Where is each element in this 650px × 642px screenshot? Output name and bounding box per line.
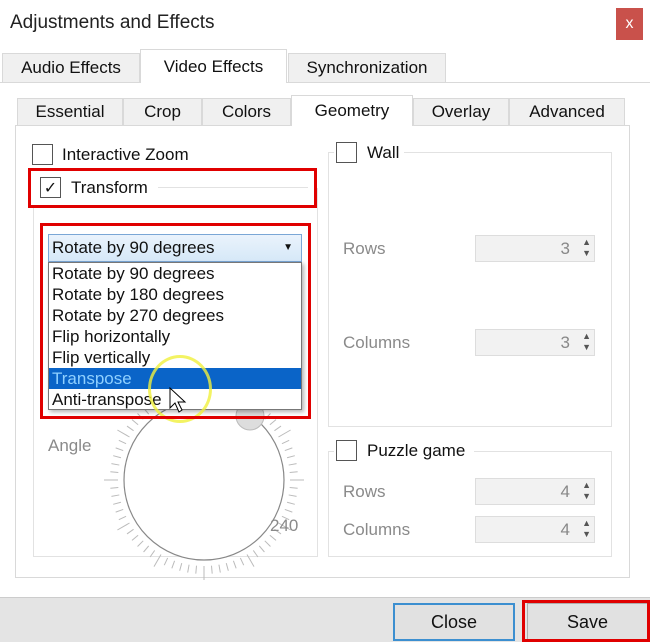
subtab-colors[interactable]: Colors [202,98,291,126]
dial-tick [126,425,134,432]
tab-synchronization[interactable]: Synchronization [288,53,446,83]
interactive-zoom-checkbox[interactable] [32,144,53,165]
dial-tick [131,534,139,541]
puzzle-rows-spinbox[interactable]: 4 ▲ ▼ [475,478,595,505]
spin-arrows-icon[interactable]: ▲ ▼ [582,237,591,259]
spin-arrows-icon[interactable]: ▲ ▼ [582,331,591,353]
puzzle-checkbox[interactable] [336,440,357,461]
dial-tick [131,419,139,426]
tab-audio-effects[interactable]: Audio Effects [2,53,140,83]
wall-label: Wall [367,143,400,162]
dial-tick [225,562,229,571]
dial-tick [288,494,297,497]
dial-tick [113,501,122,505]
puzzle-columns-spinbox[interactable]: 4 ▲ ▼ [475,516,595,543]
dial-tick [286,455,295,459]
dial-tick [281,439,290,445]
dial-tick [111,494,120,497]
dial-tick [110,486,119,489]
window-close-button[interactable]: x [616,8,643,40]
dial-tick [126,528,134,535]
tab-divider [0,82,650,83]
dial-tick [284,508,293,513]
spin-arrows-icon[interactable]: ▲ ▼ [582,518,591,540]
highlight-box-dropdown [40,223,311,419]
dial-tick [137,540,144,547]
dial-tick [149,550,156,558]
dial-tick [153,554,162,567]
dial-tick [274,425,282,432]
subtab-advanced[interactable]: Advanced [509,98,625,126]
dial-tick [278,429,291,438]
dial-tick [289,486,298,489]
wall-rows-spinbox[interactable]: 3 ▲ ▼ [475,235,595,262]
dial-tick [115,508,124,513]
angle-label: Angle [48,436,92,455]
dial-tick [195,565,198,574]
dial-tick [179,562,183,571]
dial-tick [286,501,295,505]
close-button[interactable]: Close [393,603,515,641]
angle-tick-label: 240 [270,516,299,535]
dial-tick [258,545,265,553]
dial-tick [110,471,119,474]
dial-tick [171,560,176,569]
window-title: Adjustments and Effects [10,12,215,33]
dial-tick [118,439,127,445]
dial-tick [264,540,271,547]
wall-rows-label: Rows [343,239,386,258]
interactive-zoom-label: Interactive Zoom [62,145,189,164]
dial-tick [187,564,190,573]
dial-tick [246,554,255,567]
dial-tick [117,522,130,531]
dial-tick [284,447,293,452]
puzzle-columns-label: Columns [343,520,411,539]
dial-tick [269,419,277,426]
puzzle-rows-label: Rows [343,482,386,501]
dial-tick [117,429,130,438]
dial-tick [113,455,122,459]
spin-arrows-icon[interactable]: ▲ ▼ [582,480,591,502]
dial-tick [239,557,245,566]
dial-tick [210,565,213,574]
dial-tick [143,545,150,553]
subtab-geometry[interactable]: Geometry [291,95,413,126]
wall-columns-spinbox[interactable]: 3 ▲ ▼ [475,329,595,356]
dial-tick [115,447,124,452]
tab-video-effects[interactable]: Video Effects [140,49,287,83]
dial-tick [218,564,221,573]
puzzle-label: Puzzle game [367,441,466,460]
highlight-box-transform [28,168,317,208]
dial-tick [118,515,127,521]
dial-tick [289,471,298,474]
subtab-crop[interactable]: Crop [123,98,202,126]
dial-tick [232,560,237,569]
wall-checkbox[interactable] [336,142,357,163]
subtab-overlay[interactable]: Overlay [413,98,509,126]
wall-group [328,152,612,427]
highlight-box-save [522,600,650,642]
dial-tick [269,534,277,541]
dial-tick [111,463,120,466]
dial-tick [163,557,169,566]
wall-columns-label: Columns [343,333,411,352]
subtab-essential[interactable]: Essential [17,98,123,126]
dial-tick [288,463,297,466]
dial-tick [252,550,259,558]
